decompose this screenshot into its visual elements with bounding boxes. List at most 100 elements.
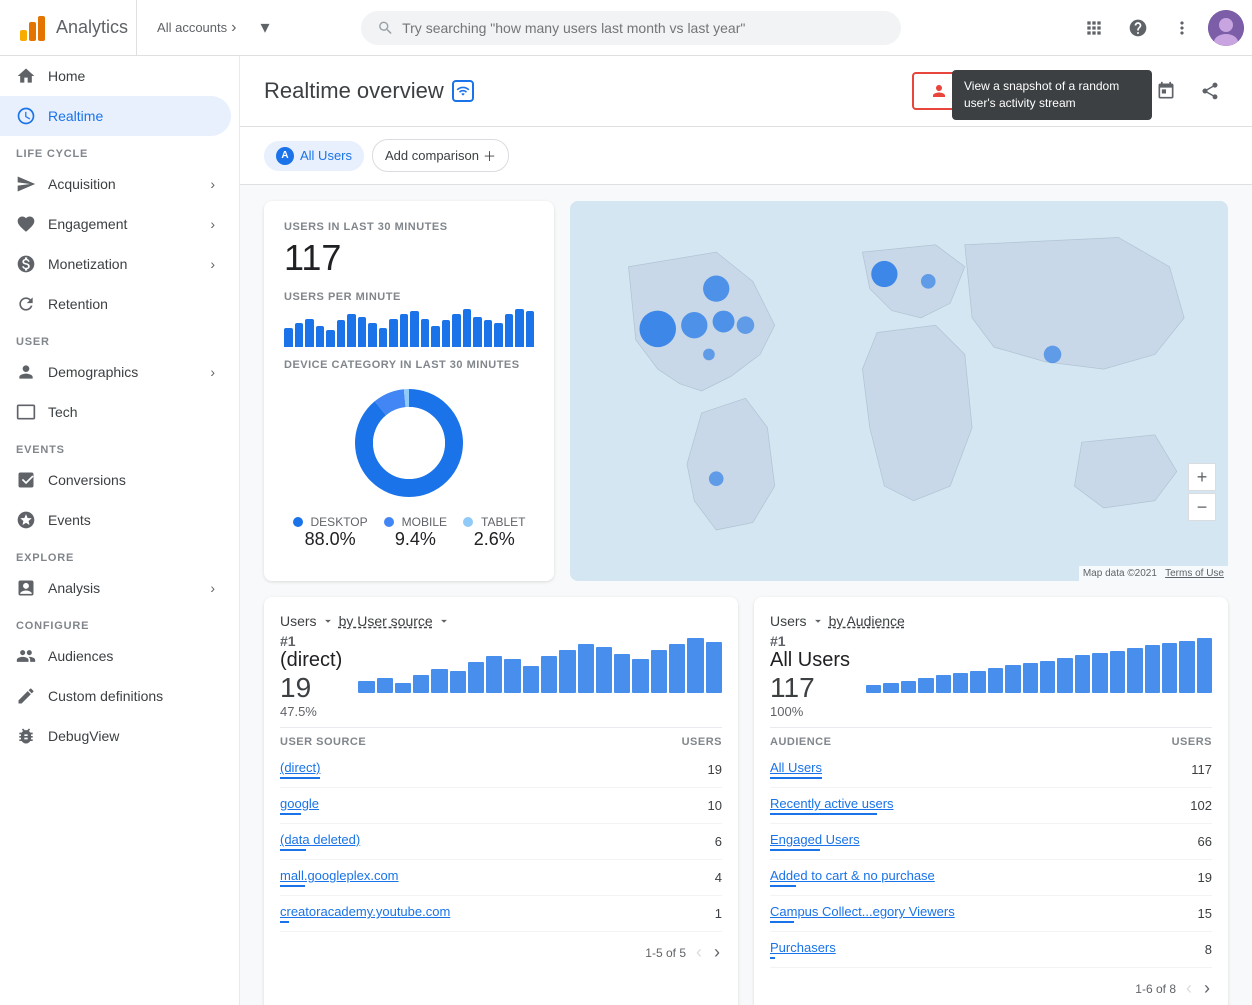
help-icon-button[interactable] [1120,10,1156,46]
sidebar-item-analysis[interactable]: Analysis › [0,568,231,608]
sidebar-item-monetization[interactable]: Monetization › [0,244,231,284]
audience-sparkline [866,633,1212,693]
calendar-icon-button[interactable] [1148,73,1184,109]
dropdown-arrow-icon[interactable]: ▾ [260,17,269,38]
audience-top: All Users [770,649,850,672]
bar [452,314,461,347]
table-row: google 10 [280,788,722,824]
app-title: Analytics [56,17,128,38]
bar [484,320,493,347]
sidebar-item-realtime[interactable]: Realtime [0,96,231,136]
bar [400,314,409,347]
row-name[interactable]: All Users [770,760,822,775]
sidebar-item-home[interactable]: Home [0,56,231,96]
dropdown-icon [321,614,335,628]
zoom-out-button[interactable]: − [1188,493,1216,521]
sidebar-item-tech[interactable]: Tech [0,392,231,432]
map-controls: + − [1188,463,1216,521]
donut-chart-container [284,383,534,503]
sidebar-item-engagement[interactable]: Engagement › [0,204,231,244]
logo-area: Analytics [8,0,137,55]
sidebar-item-debugview[interactable]: DebugView [0,716,231,756]
spark-bar [669,644,685,693]
terms-link[interactable]: Terms of Use [1165,568,1224,579]
spark-bar [377,678,393,693]
sidebar-item-custom-definitions[interactable]: Custom definitions [0,676,231,716]
spark-bar [1110,651,1125,693]
share-icon [1200,81,1220,101]
spark-bar [1127,648,1142,693]
spark-bar [431,669,447,693]
more-vert-icon [1172,18,1192,38]
prev-page-button[interactable]: ‹ [694,940,704,965]
search-bar[interactable] [361,11,901,45]
all-users-chip[interactable]: A All Users [264,141,364,171]
search-input[interactable] [402,20,885,36]
apps-icon-button[interactable] [1076,10,1112,46]
table-row: Purchasers 8 [770,932,1212,968]
share-icon-button[interactable] [1192,73,1228,109]
row-bar [770,885,796,887]
bar [358,317,367,347]
user-avatar[interactable] [1208,10,1244,46]
more-vert-icon-button[interactable] [1164,10,1200,46]
user-source-rows: (direct) 19 google 10 (data deleted) 6 m… [280,752,722,932]
bar [326,330,335,347]
row-name[interactable]: Added to cart & no purchase [770,868,935,883]
spark-bar [486,656,502,693]
spark-bar [706,642,722,693]
main-content: USERS IN LAST 30 MINUTES 117 USERS PER M… [240,185,1252,1005]
row-value: 4 [715,870,722,885]
realtime-icon [16,106,36,126]
row-name[interactable]: creatoracademy.youtube.com [280,904,450,919]
stats-card: USERS IN LAST 30 MINUTES 117 USERS PER M… [264,201,554,581]
row-name[interactable]: Purchasers [770,940,836,955]
next-page-button-aud[interactable]: › [1202,976,1212,1001]
spark-bar [936,675,951,693]
audience-card-title: Users by Audience [770,613,905,629]
chip-icon: A [276,147,294,165]
row-name[interactable]: (direct) [280,760,320,775]
acquisition-icon [16,174,36,194]
prev-page-button-aud[interactable]: ‹ [1184,976,1194,1001]
expand-icon: › [210,580,215,596]
zoom-in-button[interactable]: + [1188,463,1216,491]
table-row: Recently active users 102 [770,788,1212,824]
user-source-pct: 47.5% [280,704,342,719]
next-page-button[interactable]: › [712,940,722,965]
bar [305,319,314,348]
sidebar-item-events-nav[interactable]: Events [0,500,231,540]
row-name[interactable]: Recently active users [770,796,894,811]
bar [463,309,472,347]
row-name[interactable]: Engaged Users [770,832,860,847]
bar [389,319,398,348]
row-value: 10 [708,798,722,813]
add-comparison-button[interactable]: Add comparison ＋ [372,139,509,172]
map-container[interactable]: + − Map data ©2021 Terms of Use [570,201,1228,581]
row-bar [280,921,289,923]
row-name[interactable]: (data deleted) [280,832,360,847]
sidebar-item-acquisition[interactable]: Acquisition › [0,164,231,204]
spark-bar [1040,661,1055,693]
sidebar-item-demographics[interactable]: Demographics › [0,352,231,392]
spark-bar [1179,641,1194,693]
spark-bar [614,654,630,693]
events-label: EVENTS [0,432,239,460]
sidebar-item-retention[interactable]: Retention [0,284,231,324]
audience-card: Users by Audience #1 All Users 117 100% [754,597,1228,1005]
sidebar-item-audiences[interactable]: Audiences [0,636,231,676]
account-nav[interactable]: All accounts › [145,19,248,37]
user-source-card-header: Users by User source [280,613,722,629]
world-map [570,201,1228,581]
calendar-icon [1156,81,1176,101]
bar [337,320,346,347]
sidebar: Home Realtime LIFE CYCLE Acquisition › E… [0,56,240,1005]
row-name[interactable]: Campus Collect...egory Viewers [770,904,955,919]
row-name[interactable]: mall.googleplex.com [280,868,399,883]
sidebar-item-conversions[interactable]: Conversions [0,460,231,500]
tech-icon [16,402,36,422]
row-value: 8 [1205,942,1212,957]
spark-bar [504,659,520,693]
row-name[interactable]: google [280,796,319,811]
spark-bar [541,656,557,693]
